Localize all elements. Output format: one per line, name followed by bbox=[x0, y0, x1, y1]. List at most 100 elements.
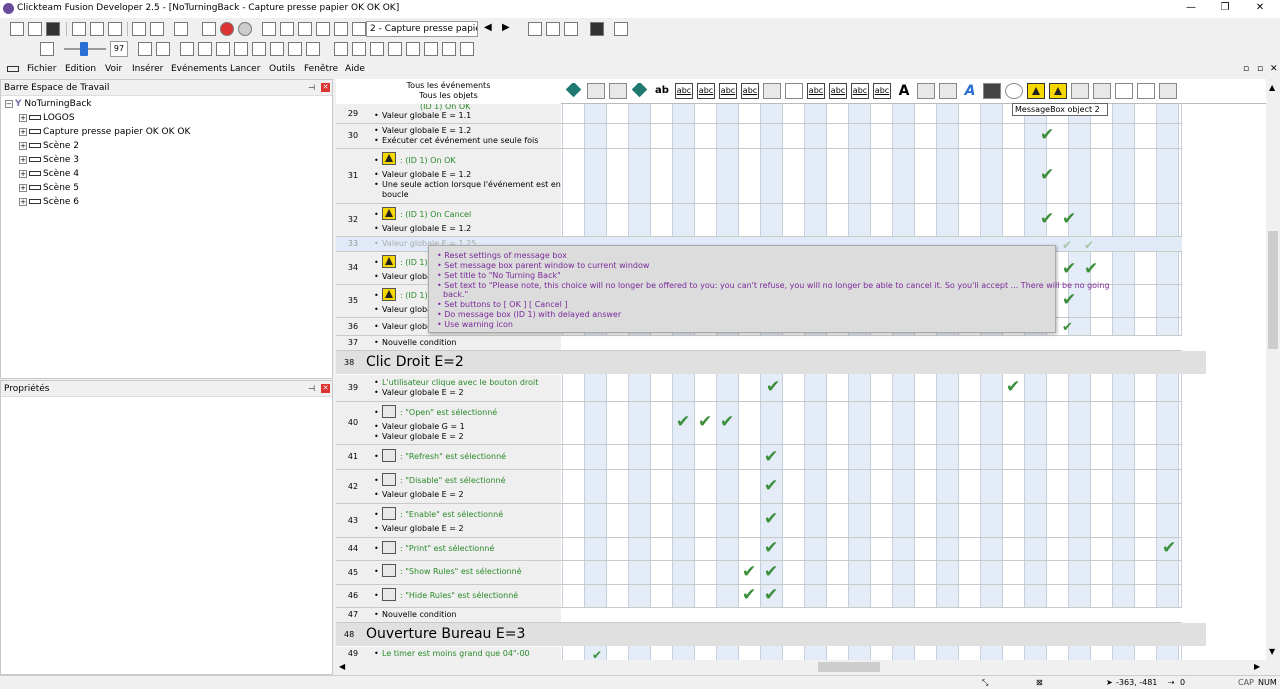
tree-item-scene2[interactable]: + Scène 2 bbox=[19, 141, 79, 151]
file-object-icon[interactable] bbox=[1071, 83, 1089, 99]
row-number[interactable]: 34 bbox=[336, 252, 370, 284]
vertical-scrollbar[interactable]: ▲ ▼ bbox=[1266, 79, 1280, 660]
copy-icon[interactable] bbox=[90, 22, 104, 36]
insert-comment-icon[interactable] bbox=[546, 22, 560, 36]
storyboard-icon[interactable] bbox=[262, 22, 276, 36]
menu-fichier[interactable]: Fichier bbox=[27, 64, 56, 74]
action-checkmark[interactable]: ✔ bbox=[764, 540, 778, 557]
row-number[interactable]: 32 bbox=[336, 204, 370, 236]
network-icon[interactable] bbox=[939, 83, 957, 99]
action-checkmark[interactable]: ✔ bbox=[1162, 540, 1176, 557]
row-number[interactable]: 49 bbox=[336, 647, 370, 660]
keyboard-icon[interactable] bbox=[614, 22, 628, 36]
action-checkmark[interactable]: ✔ bbox=[1006, 379, 1020, 396]
row-number[interactable]: 46 bbox=[336, 585, 370, 607]
horizontal-scroll-thumb[interactable] bbox=[818, 662, 880, 672]
pause-icon[interactable] bbox=[238, 22, 252, 36]
new-condition-row[interactable]: • Nouvelle condition bbox=[370, 608, 561, 622]
menu-voir[interactable]: Voir bbox=[105, 64, 122, 74]
zoom-slider-thumb[interactable] bbox=[80, 42, 88, 56]
string-abc-4-icon[interactable]: abc bbox=[741, 83, 759, 99]
window-control-icon[interactable] bbox=[917, 83, 935, 99]
tree-item-scene3[interactable]: + Scène 3 bbox=[19, 155, 79, 165]
action-checkmark[interactable]: ✔ bbox=[1062, 261, 1076, 278]
save-icon[interactable] bbox=[46, 22, 60, 36]
event-row-29[interactable]: (ID 1) On OK • Valeur globale E = 1.1 bbox=[370, 104, 561, 123]
new-file-icon[interactable] bbox=[10, 22, 24, 36]
action-checkmark[interactable]: ✔ bbox=[742, 587, 756, 604]
action-checkmark[interactable]: ✔ bbox=[1084, 237, 1094, 254]
scroll-left-icon[interactable]: ◀ bbox=[339, 662, 345, 671]
minimize-button[interactable]: — bbox=[1181, 2, 1201, 13]
menu-outils[interactable]: Outils bbox=[269, 64, 295, 74]
run-application-icon[interactable] bbox=[202, 22, 216, 36]
vertical-scroll-thumb[interactable] bbox=[1268, 231, 1278, 349]
scroll-down-icon[interactable]: ▼ bbox=[1269, 647, 1275, 656]
ini-icon[interactable] bbox=[983, 83, 1001, 99]
menu-lancer[interactable]: Lancer bbox=[230, 64, 260, 74]
row-number[interactable]: 37 bbox=[336, 336, 370, 350]
row-number[interactable]: 45 bbox=[336, 561, 370, 584]
pin-icon[interactable]: ⊣ bbox=[308, 385, 316, 393]
action-checkmark[interactable]: ✔ bbox=[764, 449, 778, 466]
event-delete-icon[interactable] bbox=[352, 42, 366, 56]
redo-icon[interactable] bbox=[150, 22, 164, 36]
undo-icon[interactable] bbox=[132, 22, 146, 36]
tree-root[interactable]: − Y NoTurningBack bbox=[5, 99, 92, 109]
edit-box-icon[interactable] bbox=[785, 83, 803, 99]
frame-select-dropdown[interactable]: 2 - Capture presse papie bbox=[366, 21, 478, 37]
event-text-icon[interactable] bbox=[388, 42, 402, 56]
tree-item-scene4[interactable]: + Scène 4 bbox=[19, 169, 79, 179]
abc-icon[interactable] bbox=[352, 22, 366, 36]
action-checkmark[interactable]: ✔ bbox=[592, 647, 602, 660]
action-checkmark[interactable]: ✔ bbox=[1062, 292, 1076, 309]
action-checkmark[interactable]: ✔ bbox=[1040, 211, 1054, 228]
row-number[interactable]: 31 bbox=[336, 149, 370, 203]
row-number[interactable]: 42 bbox=[336, 470, 370, 503]
action-checkmark[interactable]: ✔ bbox=[766, 379, 780, 396]
paste-icon[interactable] bbox=[108, 22, 122, 36]
menu-edition[interactable]: Edition bbox=[65, 64, 96, 74]
font-icon[interactable]: A bbox=[961, 83, 979, 99]
tree-item-scene5[interactable]: + Scène 5 bbox=[19, 183, 79, 193]
zoom-value[interactable]: 97 bbox=[110, 41, 128, 57]
event-row-45[interactable]: •: "Show Rules" est sélectionné bbox=[370, 561, 561, 584]
snap-icon[interactable] bbox=[156, 42, 170, 56]
help-icon[interactable] bbox=[174, 22, 188, 36]
event-row-43[interactable]: •: "Enable" est sélectionné • Valeur glob… bbox=[370, 504, 561, 537]
close-button[interactable]: ✕ bbox=[1250, 2, 1270, 13]
layer2-icon[interactable] bbox=[306, 42, 320, 56]
event-row-44[interactable]: •: "Print" est sélectionné bbox=[370, 538, 561, 560]
action-checkmark[interactable]: ✔ bbox=[1040, 167, 1054, 184]
string-ab-icon[interactable]: ab bbox=[653, 83, 671, 99]
mdi-restore-icon[interactable]: ▫ bbox=[1257, 64, 1263, 74]
action-checkmark[interactable]: ✔ bbox=[1084, 261, 1098, 278]
tree-item-logos[interactable]: + LOGOS bbox=[19, 113, 75, 123]
prev-frame-icon[interactable]: ◀ bbox=[484, 22, 492, 33]
layer-icon[interactable] bbox=[288, 42, 302, 56]
active-object-icon[interactable] bbox=[631, 83, 649, 99]
action-checkmark[interactable]: ✔ bbox=[720, 414, 734, 431]
toggle-icon[interactable] bbox=[590, 22, 604, 36]
tree-item-capture[interactable]: + Capture presse papier OK OK OK bbox=[19, 127, 190, 137]
event-row-42[interactable]: •: "Disable" est sélectionné • Valeur glo… bbox=[370, 470, 561, 503]
stop-icon[interactable] bbox=[220, 22, 234, 36]
tree-item-scene6[interactable]: + Scène 6 bbox=[19, 197, 79, 207]
object-properties-icon[interactable] bbox=[216, 42, 230, 56]
action-checkmark[interactable]: ✔ bbox=[698, 414, 712, 431]
string-abc-6-icon[interactable]: abc bbox=[829, 83, 847, 99]
string-abc-8-icon[interactable]: abc bbox=[873, 83, 891, 99]
action-checkmark[interactable]: ✔ bbox=[764, 587, 778, 604]
checker-icon[interactable] bbox=[252, 42, 266, 56]
insert-event-icon[interactable] bbox=[528, 22, 542, 36]
storyboard-controls-icon[interactable] bbox=[609, 83, 627, 99]
event-object-icon[interactable] bbox=[334, 42, 348, 56]
action-checkmark[interactable]: ✔ bbox=[764, 511, 778, 528]
event-row-32[interactable]: •: (ID 1) On Cancel • Valeur globale E = … bbox=[370, 204, 561, 236]
action-checkmark[interactable]: ✔ bbox=[676, 414, 690, 431]
string-abc-7-icon[interactable]: abc bbox=[851, 83, 869, 99]
group-clic-droit[interactable]: 38 Clic Droit E=2 bbox=[336, 351, 1206, 374]
popup-menu-icon[interactable] bbox=[763, 83, 781, 99]
object-delete-icon[interactable] bbox=[198, 42, 212, 56]
circle-icon[interactable] bbox=[1005, 83, 1023, 99]
